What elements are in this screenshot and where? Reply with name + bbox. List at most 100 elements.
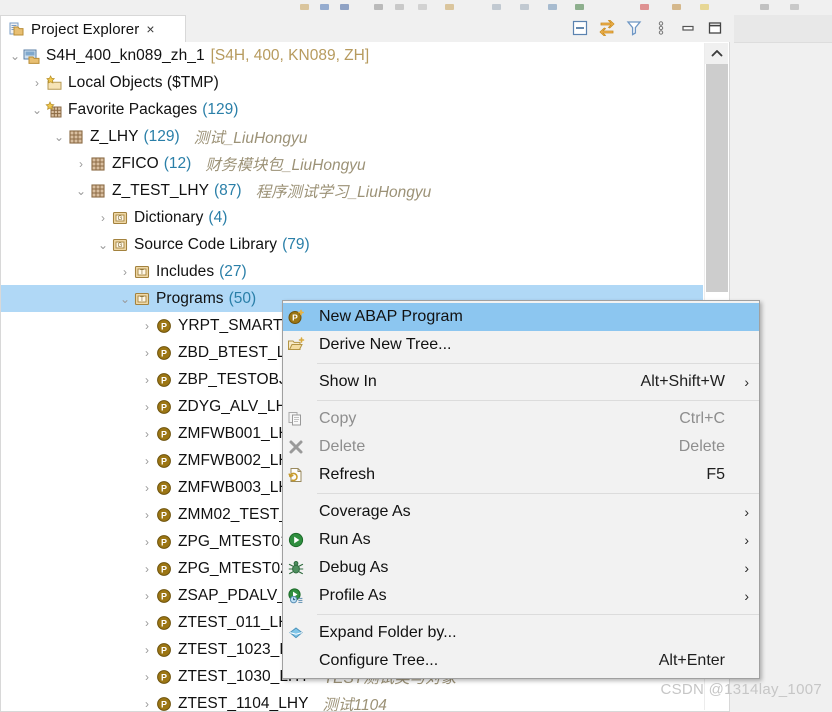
chevron-down-icon[interactable]: ⌄ — [51, 123, 67, 150]
chevron-right-icon[interactable]: › — [139, 447, 155, 474]
filter-icon[interactable] — [625, 19, 643, 37]
program-icon: P — [155, 371, 173, 389]
chevron-right-icon[interactable]: › — [29, 69, 45, 96]
copy-icon — [287, 410, 307, 428]
debug-as-icon — [287, 559, 307, 577]
chevron-right-icon[interactable]: › — [73, 150, 89, 177]
chevron-right-icon[interactable]: › — [139, 555, 155, 582]
menu-item[interactable]: Refresh F5 — [283, 461, 759, 489]
program-icon: P — [155, 614, 173, 632]
menu-item[interactable]: Derive New Tree... — [283, 331, 759, 359]
context-menu[interactable]: P New ABAP Program Derive New Tree... Sh… — [282, 300, 760, 679]
toolbar-button[interactable] — [300, 4, 309, 10]
package-icon — [89, 155, 107, 173]
toolbar-button[interactable] — [418, 4, 427, 10]
menu-separator — [317, 400, 759, 401]
menu-item[interactable]: P New ABAP Program — [283, 303, 759, 331]
chevron-down-icon[interactable]: ⌄ — [95, 231, 111, 258]
menu-item[interactable]: Show In Alt+Shift+W › — [283, 368, 759, 396]
toolbar-button[interactable] — [790, 4, 799, 10]
tree-row-label: S4H_400_kn089_zh_1 — [46, 46, 205, 64]
chevron-right-icon[interactable]: › — [139, 690, 155, 711]
expand-folder-icon — [287, 624, 307, 642]
svg-text:P: P — [161, 375, 167, 385]
chevron-down-icon[interactable]: ⌄ — [73, 177, 89, 204]
menu-item[interactable]: Configure Tree... Alt+Enter — [283, 647, 759, 675]
maximize-icon[interactable] — [706, 19, 724, 37]
toolbar-button[interactable] — [575, 4, 584, 10]
chevron-right-icon[interactable]: › — [139, 366, 155, 393]
toolbar-button[interactable] — [672, 4, 681, 10]
close-icon[interactable]: × — [146, 22, 154, 36]
folder-include-icon: T — [133, 290, 151, 308]
blank-icon — [287, 503, 307, 521]
chevron-right-icon[interactable]: › — [139, 393, 155, 420]
svg-text:P: P — [161, 429, 167, 439]
tree-row[interactable]: ⌄ Favorite Packages (129) — [1, 96, 703, 123]
chevron-right-icon[interactable]: › — [139, 609, 155, 636]
toolbar-button[interactable] — [700, 4, 709, 10]
menu-item-label: Copy — [319, 410, 357, 427]
chevron-right-icon[interactable]: › — [139, 312, 155, 339]
toolbar-button[interactable] — [520, 4, 529, 10]
tree-row[interactable]: › G Dictionary (4) — [1, 204, 703, 231]
toolbar-button[interactable] — [760, 4, 769, 10]
tree-row[interactable]: › Local Objects ($TMP) — [1, 69, 703, 96]
tree-row[interactable]: › T Includes (27) — [1, 258, 703, 285]
menu-item[interactable]: Expand Folder by... — [283, 619, 759, 647]
chevron-right-icon[interactable]: › — [139, 474, 155, 501]
toolbar-button[interactable] — [445, 4, 454, 10]
tree-row[interactable]: › ZFICO (12) 财务模块包_LiuHongyu — [1, 150, 703, 177]
tree-row-label: Favorite Packages — [68, 100, 198, 118]
view-menu-icon[interactable] — [652, 19, 670, 37]
chevron-right-icon[interactable]: › — [139, 636, 155, 663]
svg-text:P: P — [292, 313, 298, 323]
svg-text:P: P — [161, 591, 167, 601]
program-icon: P — [155, 506, 173, 524]
chevron-right-icon[interactable]: › — [95, 204, 111, 231]
tree-row[interactable]: ⌄ Z_TEST_LHY (87) 程序测试学习_LiuHongyu — [1, 177, 703, 204]
toolbar-button[interactable] — [340, 4, 349, 10]
tree-row[interactable]: ⌄ G Source Code Library (79) — [1, 231, 703, 258]
tab-project-explorer[interactable]: Project Explorer × — [0, 15, 186, 42]
chevron-right-icon[interactable]: › — [139, 528, 155, 555]
tree-row[interactable]: ⌄ S4H_400_kn089_zh_1 [S4H, 400, KN089, ZH… — [1, 42, 703, 69]
menu-item[interactable]: Coverage As › — [283, 498, 759, 526]
scroll-up-icon[interactable] — [705, 43, 728, 64]
toolbar-button[interactable] — [640, 4, 649, 10]
toolbar-button[interactable] — [395, 4, 404, 10]
toolbar-button[interactable] — [492, 4, 501, 10]
scrollbar-thumb[interactable] — [706, 64, 728, 292]
derive-new-tree-icon — [287, 336, 307, 354]
toolbar-button[interactable] — [374, 4, 383, 10]
program-icon: P — [155, 425, 173, 443]
chevron-right-icon[interactable]: › — [117, 258, 133, 285]
tree-row[interactable]: › P ZTEST_1104_LHY 测试1104 — [1, 690, 703, 712]
chevron-down-icon[interactable]: ⌄ — [7, 42, 23, 69]
watermark-text: CSDN @1314lay_1007 — [660, 681, 822, 698]
toolbar-button[interactable] — [320, 4, 329, 10]
favorite-packages-icon — [45, 100, 63, 119]
submenu-arrow-icon: › — [744, 532, 749, 548]
tree-row-count: (129) — [202, 100, 239, 118]
collapse-all-icon[interactable] — [571, 19, 589, 37]
chevron-right-icon[interactable]: › — [139, 420, 155, 447]
chevron-down-icon[interactable]: ⌄ — [117, 285, 133, 312]
chevron-right-icon[interactable]: › — [139, 582, 155, 609]
chevron-right-icon[interactable]: › — [139, 663, 155, 690]
tree-row[interactable]: ⌄ Z_LHY (129) 测试_LiuHongyu — [1, 123, 703, 150]
toolbar-button[interactable] — [548, 4, 557, 10]
svg-text:P: P — [161, 483, 167, 493]
minimize-icon[interactable] — [679, 19, 697, 37]
chevron-down-icon[interactable]: ⌄ — [29, 96, 45, 123]
link-with-editor-icon[interactable] — [598, 19, 616, 37]
menu-item[interactable]: Profile As › — [283, 582, 759, 610]
menu-item[interactable]: Run As › — [283, 526, 759, 554]
tree-row-count: (4) — [208, 208, 228, 226]
menu-item-label: Run As — [319, 531, 371, 548]
delete-icon — [287, 438, 307, 456]
chevron-right-icon[interactable]: › — [139, 501, 155, 528]
chevron-right-icon[interactable]: › — [139, 339, 155, 366]
menu-item[interactable]: Debug As › — [283, 554, 759, 582]
program-icon: P — [155, 587, 173, 605]
